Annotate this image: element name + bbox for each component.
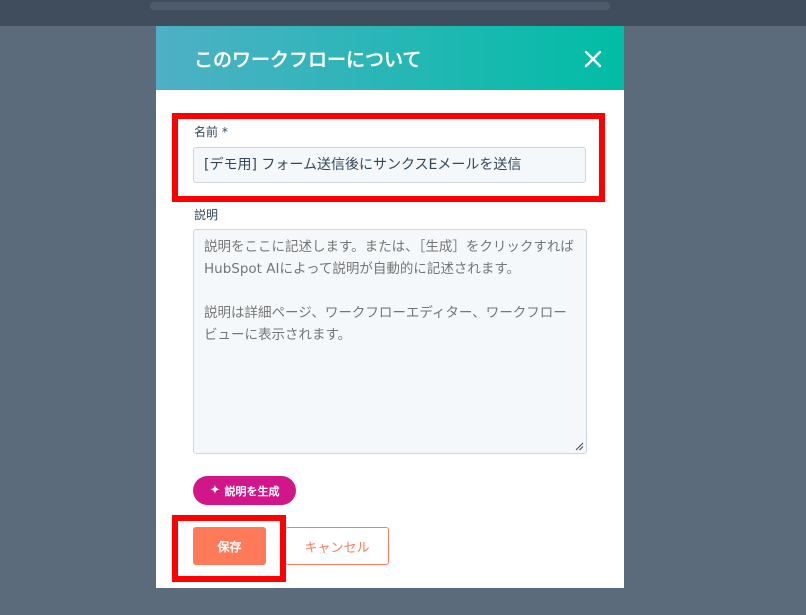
name-input[interactable]: [デモ用] フォーム送信後にサンクスEメールを送信 — [193, 147, 586, 183]
dialog-title: このワークフローについて — [194, 49, 422, 71]
name-label-text: 名前 — [194, 125, 219, 139]
about-workflow-dialog: このワークフローについて 名前 * [デモ用] フォーム送信後にサンクスEメール… — [156, 26, 624, 588]
name-field-label: 名前 * — [194, 123, 228, 140]
save-button[interactable]: 保存 — [193, 527, 266, 565]
close-button[interactable] — [580, 46, 606, 72]
dialog-header: このワークフローについて — [156, 26, 624, 90]
required-marker: * — [221, 125, 228, 139]
sparkle-icon: ✦ — [209, 483, 221, 498]
description-textarea[interactable] — [193, 229, 587, 454]
textarea-resize-handle[interactable] — [574, 441, 584, 451]
description-field-label: 説明 — [194, 208, 219, 222]
generate-description-button[interactable]: ✦ 説明を生成 — [193, 476, 296, 505]
cancel-button[interactable]: キャンセル — [285, 527, 389, 565]
close-icon — [584, 50, 602, 68]
generate-description-label: 説明を生成 — [224, 484, 280, 498]
background-app-header — [0, 0, 806, 26]
background-app-header-content — [150, 2, 610, 10]
